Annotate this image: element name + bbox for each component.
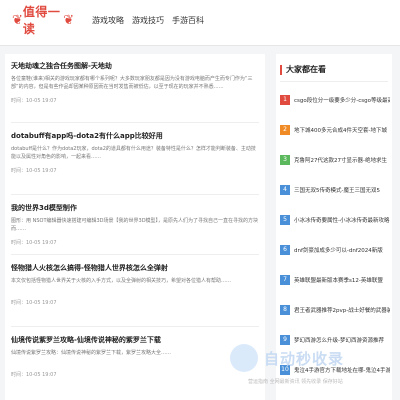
article-summary: 各位童鞋(谁来)相关的游戏玩家都有哪个系列呢？大多数玩家朋友都是因为没有游戏电脑… — [11, 76, 253, 90]
article-summary: 图形：用 NSOT编辑器快速搭建可编辑3D场景【我的世界3D模型】，是原先人们为… — [11, 218, 259, 232]
laurel-left-icon: ❦ — [12, 12, 23, 28]
rank-item-title[interactable]: 小冰冰传奇要属性-小冰冰传奇最新攻略 — [294, 216, 390, 224]
list-item[interactable]: 天地劫魂之独合任务图解-天地劫 各位童鞋(谁来)相关的游戏玩家都有哪个系列呢？大… — [11, 62, 259, 104]
article-title[interactable]: 怪物猎人火核怎么搞得-怪物猎人世界核怎么全弹射 — [11, 264, 259, 273]
article-summary: 仙境传说紫罗兰攻略：仙境传说神秘的紫罗兰下载，紫罗兰攻略大全…… — [11, 350, 172, 356]
rank-item[interactable]: 1 csgo段位分一级要多少分-csgo等级最高是多少 — [280, 94, 390, 106]
rank-number-badge: 7 — [280, 275, 290, 285]
article-time: 时间：10-05 19:07 — [11, 300, 57, 306]
rank-number-badge: 3 — [280, 155, 290, 165]
sidebar-header: 大家都在看 — [280, 64, 326, 75]
logo-text: 值得一读 — [22, 5, 61, 36]
nav-item-game-tips[interactable]: 游戏技巧 — [132, 15, 164, 26]
watermark-subtext: 营运指南 全网最新资讯 领先收录 保存好站 — [248, 379, 343, 385]
rank-item-title[interactable]: 英雄联盟最新版本赛季s12-英雄联盟 — [294, 276, 390, 284]
article-time: 时间：10-05 19:07 — [11, 240, 57, 246]
list-item[interactable]: 仙境传说紫罗兰攻略-仙境传说神秘的紫罗兰下载 仙境传说紫罗兰攻略：仙境传说神秘的… — [11, 336, 259, 378]
watermark-text: 自动秒收录 — [264, 350, 345, 368]
rank-item[interactable]: 8 君王者武器推荐2pvp-战士好餐的武器装备 — [280, 304, 390, 316]
watermark: 自动秒收录 营运指南 全网最新资讯 领先收录 保存好站 — [228, 338, 400, 400]
list-item[interactable]: dotabuff有app吗-dota2有什么app比较好用 dotabuff是什… — [11, 132, 259, 174]
divider — [11, 326, 259, 327]
rank-item[interactable]: 6 dnf剑豪加成多少可以-dnf2024新版 — [280, 244, 390, 256]
article-time: 时间：10-05 19:07 — [11, 168, 57, 174]
article-title[interactable]: 仙境传说紫罗兰攻略-仙境传说神秘的紫罗兰下载 — [11, 336, 259, 345]
rank-item-title[interactable]: 地下城400多元合成4件天空套-地下城 — [294, 126, 390, 134]
article-time: 时间：10-05 19:07 — [11, 98, 57, 104]
rank-number-badge: 5 — [280, 215, 290, 225]
site-logo[interactable]: ❦ 值得一读 ❦ — [12, 5, 74, 36]
rank-item[interactable]: 3 克鲁阿27代这款27寸显示器-绝地求生 — [280, 154, 390, 166]
divider — [11, 194, 259, 195]
article-title[interactable]: dotabuff有app吗-dota2有什么app比较好用 — [11, 132, 259, 141]
article-summary: dotabuff是什么？作为dota2玩家，dota2的道具都有什么用途？装备特… — [11, 146, 256, 160]
nav-item-game-guides[interactable]: 游戏攻略 — [92, 15, 124, 26]
rank-item[interactable]: 2 地下城400多元合成4件天空套-地下城 — [280, 124, 390, 136]
rank-number-badge: 1 — [280, 95, 290, 105]
divider — [11, 254, 259, 255]
rank-item-title[interactable]: 君王者武器推荐2pvp-战士好餐的武器装备 — [294, 306, 390, 314]
nav-item-mobile-wiki[interactable]: 手游百科 — [172, 15, 204, 26]
article-time: 时间：10-05 19:07 — [11, 372, 57, 378]
list-item[interactable]: 我的世界3d模型制作 图形：用 NSOT编辑器快速搭建可编辑3D场景【我的世界3… — [11, 204, 259, 246]
rank-item-title[interactable]: 三国无双5传奇模式-魔王三国无双5 — [294, 186, 390, 194]
article-title[interactable]: 天地劫魂之独合任务图解-天地劫 — [11, 62, 259, 71]
rank-number-badge: 2 — [280, 125, 290, 135]
laurel-right-icon: ❦ — [63, 12, 74, 28]
rank-item-title[interactable]: 克鲁阿27代这款27寸显示器-绝地求生 — [294, 156, 390, 164]
sidebar-title: 大家都在看 — [286, 65, 326, 74]
divider — [11, 122, 259, 123]
rank-number-badge: 4 — [280, 185, 290, 195]
article-list: 天地劫魂之独合任务图解-天地劫 各位童鞋(谁来)相关的游戏玩家都有哪个系列呢？大… — [5, 54, 265, 400]
sidebar-accent-bar — [280, 64, 282, 75]
rank-item[interactable]: 5 小冰冰传奇要属性-小冰冰传奇最新攻略 — [280, 214, 390, 226]
rank-number-badge: 8 — [280, 305, 290, 315]
rank-item[interactable]: 7 英雄联盟最新版本赛季s12-英雄联盟 — [280, 274, 390, 286]
watermark-logo-icon — [230, 344, 258, 372]
divider — [280, 81, 388, 82]
rank-item-title[interactable]: csgo段位分一级要多少分-csgo等级最高是多少 — [294, 96, 390, 104]
list-item[interactable]: 怪物猎人火核怎么搞得-怪物猎人世界核怎么全弹射 本文仅包括怪物猎人世界关于火核的… — [11, 264, 259, 306]
rank-item[interactable]: 4 三国无双5传奇模式-魔王三国无双5 — [280, 184, 390, 196]
main-nav: 游戏攻略 游戏技巧 手游百科 — [92, 15, 204, 26]
rank-number-badge: 6 — [280, 245, 290, 255]
rank-item-title[interactable]: dnf剑豪加成多少可以-dnf2024新版 — [294, 246, 390, 254]
site-header: ❦ 值得一读 ❦ 游戏攻略 游戏技巧 手游百科 — [0, 0, 400, 46]
article-summary: 本文仅包括怪物猎人世界关于火核的入手方式，以及全弹射的相关技巧，希望对各位猎人有… — [11, 278, 232, 284]
article-title[interactable]: 我的世界3d模型制作 — [11, 204, 259, 213]
